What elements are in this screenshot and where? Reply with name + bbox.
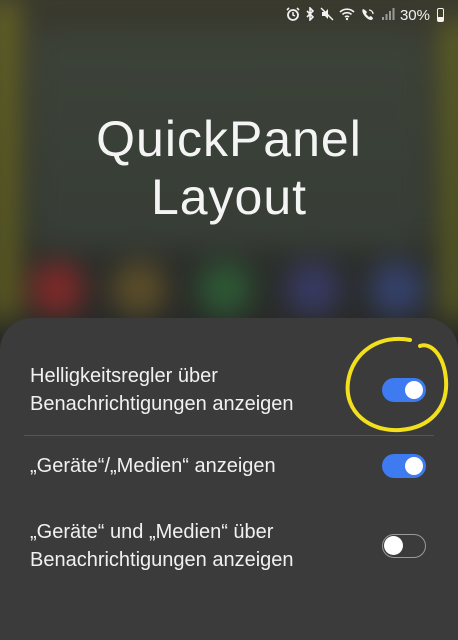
- screen: 30% QuickPanel Layout Helligkeitsregler …: [0, 0, 458, 640]
- setting-label: „Geräte“/„Medien“ anzeigen: [30, 455, 276, 477]
- page-title: QuickPanel Layout: [0, 110, 458, 226]
- bluetooth-icon: [305, 6, 315, 23]
- alarm-icon: [286, 7, 300, 23]
- setting-label: „Geräte“ und „Medien“ über Benachrichtig…: [30, 521, 294, 571]
- toggle-knob: [384, 536, 403, 555]
- wifi-call-icon: [360, 7, 376, 23]
- toggle-switch[interactable]: [382, 534, 426, 558]
- signal-icon: [381, 7, 395, 23]
- setting-label: Helligkeitsregler über Benachrichtigunge…: [30, 365, 294, 415]
- battery-percentage: 30%: [399, 6, 430, 24]
- setting-row-devices-media-above[interactable]: „Geräte“ und „Medien“ über Benachrichtig…: [30, 518, 434, 574]
- yellow-circle-annotation: [345, 336, 449, 433]
- battery-icon: [437, 8, 444, 22]
- toggle-switch[interactable]: [382, 454, 426, 478]
- setting-row-devices-media[interactable]: „Geräte“/„Medien“ anzeigen: [30, 452, 434, 480]
- title-line-1: QuickPanel: [96, 111, 362, 167]
- wifi-icon: [339, 7, 355, 23]
- mute-icon: [320, 7, 334, 23]
- toggle-knob: [405, 457, 423, 475]
- title-line-2: Layout: [150, 169, 308, 225]
- status-bar: 30%: [0, 0, 458, 30]
